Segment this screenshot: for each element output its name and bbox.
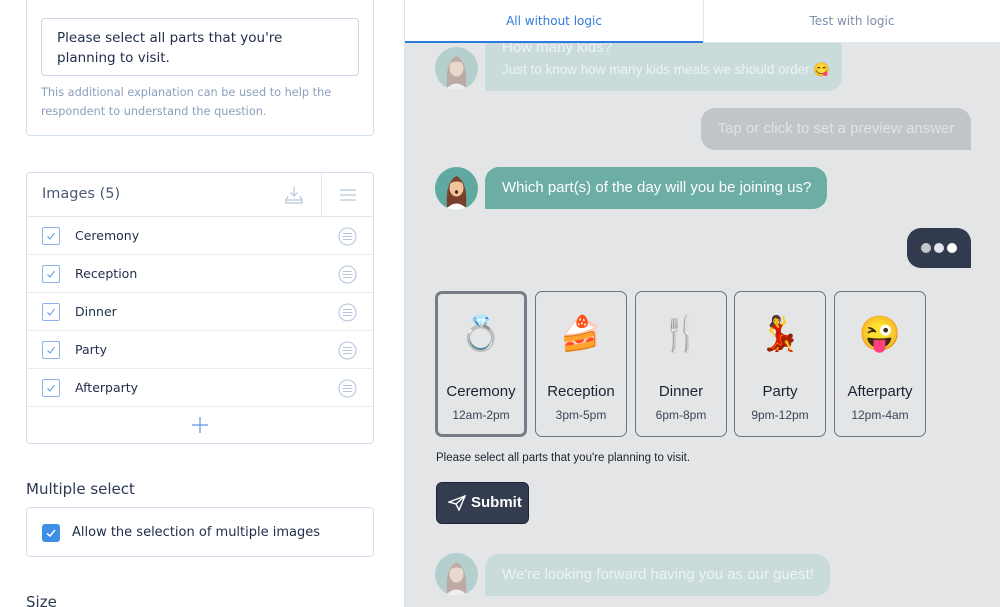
preview-panel: How many kids? Just to know how many kid… — [405, 0, 1000, 607]
option-time: 6pm-8pm — [655, 408, 707, 422]
option-time: 12am-2pm — [452, 408, 510, 422]
submit-button[interactable]: Submit — [436, 482, 529, 524]
image-label[interactable]: Dinner — [75, 304, 117, 319]
image-option-party[interactable]: 💃 Party 9pm-12pm — [734, 291, 826, 437]
question-help-text: This additional explanation can be used … — [41, 86, 332, 118]
image-list-item: Ceremony — [27, 217, 373, 255]
image-label[interactable]: Afterparty — [75, 380, 138, 395]
multiple-select-checkbox[interactable] — [42, 524, 60, 542]
preview-answer-placeholder[interactable]: Tap or click to set a preview answer — [701, 108, 971, 150]
typing-indicator — [907, 228, 971, 268]
option-emoji-icon: 😜 — [858, 315, 902, 353]
option-time: 9pm-12pm — [751, 408, 809, 422]
current-question-bubble: Which part(s) of the day will you be joi… — [485, 167, 827, 209]
bot-avatar — [435, 47, 478, 90]
avatar-woman-icon — [445, 56, 468, 90]
images-title: Images (5) — [42, 186, 121, 202]
multiple-select-label: Allow the selection of multiple images — [72, 525, 321, 540]
image-label[interactable]: Party — [75, 342, 107, 357]
check-icon — [46, 529, 56, 538]
check-icon — [47, 270, 55, 278]
image-checkbox[interactable] — [42, 341, 60, 359]
avatar-woman-icon — [445, 176, 468, 210]
image-checkbox[interactable] — [42, 379, 60, 397]
bot-avatar — [435, 167, 478, 210]
option-emoji-icon: 🍴 — [659, 315, 703, 353]
image-option-dinner[interactable]: 🍴 Dinner 6pm-8pm — [635, 291, 727, 437]
tab-all-without-logic[interactable]: All without logic — [405, 0, 703, 43]
option-title: Dinner — [658, 383, 704, 400]
typing-dot — [947, 243, 957, 253]
option-emoji-icon: 💍 — [459, 315, 503, 353]
size-title: Size — [26, 593, 57, 607]
question-description: Please select all parts that you're plan… — [436, 452, 691, 464]
option-emoji-icon: 🍰 — [559, 315, 603, 353]
image-option-reception[interactable]: 🍰 Reception 3pm-5pm — [535, 291, 627, 437]
avatar-woman-icon — [445, 562, 468, 596]
check-icon — [47, 308, 55, 316]
image-list-item: Reception — [27, 255, 373, 293]
image-label[interactable]: Reception — [75, 266, 137, 281]
next-message-bubble: We're looking forward having you as our … — [485, 554, 830, 596]
tab-test-with-logic[interactable]: Test with logic — [703, 0, 1000, 43]
image-list-item: Dinner — [27, 293, 373, 331]
drag-handle-icon[interactable] — [338, 341, 357, 360]
add-image-row[interactable] — [27, 407, 373, 443]
header-divider — [321, 173, 322, 217]
preview-tabs: All without logic Test with logic — [405, 0, 1000, 43]
typing-dot — [934, 243, 944, 253]
drag-handle-icon[interactable] — [338, 303, 357, 322]
option-time: 3pm-5pm — [555, 408, 607, 422]
bot-avatar — [435, 553, 478, 596]
menu-icon[interactable] — [340, 189, 356, 201]
question-card: Please select all parts that you're plan… — [26, 0, 374, 136]
previous-question-subtitle: Just to know how many kids meals we shou… — [502, 62, 831, 77]
drag-handle-icon[interactable] — [338, 265, 357, 284]
option-title: Ceremony — [446, 383, 516, 400]
option-title: Afterparty — [847, 383, 913, 400]
image-option-afterparty[interactable]: 😜 Afterparty 12pm-4am — [834, 291, 926, 437]
submit-label: Submit — [471, 494, 522, 511]
import-icon[interactable] — [284, 185, 304, 205]
option-title: Party — [762, 383, 798, 400]
images-list: Ceremony Reception Dinner Party Afterparty — [27, 217, 373, 407]
option-emoji-icon: 💃 — [758, 315, 802, 353]
check-icon — [47, 384, 55, 392]
send-icon — [448, 495, 466, 511]
images-card: Images (5) Ceremony Reception Dinner Party A… — [26, 172, 374, 444]
image-checkbox[interactable] — [42, 227, 60, 245]
multiple-select-card: Allow the selection of multiple images — [26, 507, 374, 557]
drag-handle-icon[interactable] — [338, 227, 357, 246]
check-icon — [47, 346, 55, 354]
drag-handle-icon[interactable] — [338, 379, 357, 398]
images-header: Images (5) — [27, 173, 373, 217]
image-checkbox[interactable] — [42, 265, 60, 283]
question-text-field[interactable]: Please select all parts that you're plan… — [41, 18, 359, 76]
plus-icon[interactable] — [192, 417, 208, 433]
image-checkbox[interactable] — [42, 303, 60, 321]
image-option-ceremony[interactable]: 💍 Ceremony 12am-2pm — [435, 291, 527, 437]
image-list-item: Party — [27, 331, 373, 369]
option-title: Reception — [547, 383, 615, 400]
image-list-item: Afterparty — [27, 369, 373, 407]
option-time: 12pm-4am — [851, 408, 909, 422]
multiple-select-title: Multiple select — [26, 480, 135, 498]
editor-panel: Please select all parts that you're plan… — [0, 0, 405, 607]
typing-dot — [921, 243, 931, 253]
check-icon — [47, 232, 55, 240]
image-label[interactable]: Ceremony — [75, 228, 139, 243]
